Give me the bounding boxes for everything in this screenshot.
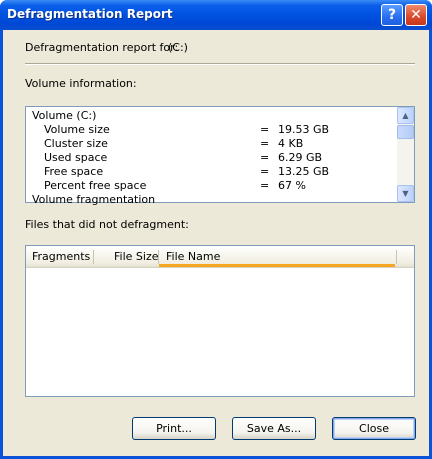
volume-info-name: Volume size (44, 123, 110, 136)
volume-info-label: Volume information: (25, 77, 137, 90)
volume-info-name: Volume fragmentation (32, 193, 156, 206)
column-header-file-size[interactable]: File Size (108, 246, 158, 267)
volume-info-value: 67 % (278, 179, 306, 192)
volume-info-name: Free space (44, 165, 104, 178)
sort-indicator (159, 264, 395, 267)
volume-info-value: 6.29 GB (278, 151, 323, 164)
volume-info-value: 13.25 GB (278, 165, 330, 178)
volume-info-equals: = (260, 179, 270, 192)
volume-info-equals: = (260, 123, 270, 136)
volume-info-equals: = (260, 165, 270, 178)
volume-info-value: 4 KB (278, 137, 304, 150)
chevron-down-icon: ▼ (402, 189, 409, 198)
volume-info-name: Volume (C:) (32, 109, 97, 122)
volume-info-equals: = (260, 151, 270, 164)
help-button[interactable]: ? (381, 4, 403, 26)
vertical-scrollbar[interactable]: ▲ ▼ (397, 107, 414, 202)
scroll-thumb[interactable] (397, 125, 414, 139)
chevron-up-icon: ▲ (402, 111, 409, 120)
volume-info-box[interactable]: Volume (C:) Volume size = 19.53 GB Cluster s… (25, 106, 415, 206)
title-bar[interactable]: Defragmentation Report ? ✕ (0, 0, 432, 30)
files-label: Files that did not defragment: (25, 218, 189, 231)
separator (25, 63, 415, 65)
volume-info-name: Cluster size (44, 137, 108, 150)
column-header-fragments[interactable]: Fragments (26, 246, 92, 267)
report-for-label: Defragmentation report for: (25, 41, 179, 54)
list-header: Fragments File Size File Name (26, 246, 414, 268)
volume-info-value: 19.53 GB (278, 123, 330, 136)
save-as-button[interactable]: Save As... (232, 417, 316, 440)
volume-info-name: Used space (44, 151, 108, 164)
column-divider[interactable] (396, 250, 397, 264)
scroll-up-button[interactable]: ▲ (397, 107, 414, 124)
column-divider[interactable] (93, 250, 94, 264)
report-window: Defragmentation Report ? ✕ Defragmentati… (0, 0, 432, 459)
close-window-button[interactable]: ✕ (405, 4, 427, 26)
close-button[interactable]: Close (332, 417, 416, 440)
column-divider[interactable] (158, 250, 159, 264)
report-drive: (C:) (168, 41, 188, 54)
files-list[interactable]: Fragments File Size File Name (25, 245, 415, 397)
scroll-down-button[interactable]: ▼ (397, 185, 414, 202)
print-button[interactable]: Print... (132, 417, 216, 440)
volume-info-equals: = (260, 137, 270, 150)
window-title: Defragmentation Report (7, 7, 173, 21)
dialog-body: Defragmentation report for: (C:) Volume … (3, 30, 429, 456)
help-icon: ? (387, 7, 397, 23)
close-icon: ✕ (410, 7, 422, 23)
volume-info-name: Percent free space (44, 179, 147, 192)
